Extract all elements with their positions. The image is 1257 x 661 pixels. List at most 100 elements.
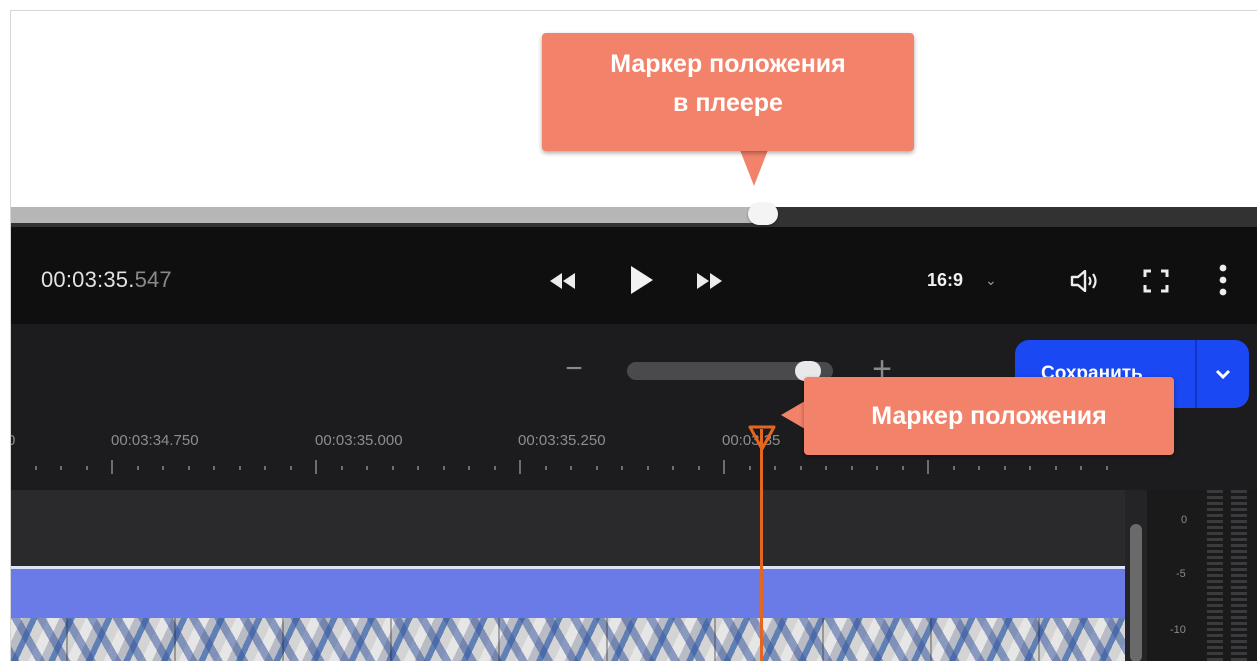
ruler-minor-tick [1029,466,1031,470]
aspect-ratio-select[interactable]: 16:9 ⌄ [927,263,997,297]
ruler-minor-tick [851,466,853,470]
thumbnail-separator [714,618,716,661]
ruler-minor-tick [1055,466,1057,470]
ruler-minor-tick [800,466,802,470]
ruler-major-tick [519,460,521,474]
callout-text-line: в плеере [673,88,783,117]
callout-text-line: Маркер положения [610,50,846,78]
player-controls: 00:03:35.547 16:9 ⌄ [11,227,1257,324]
ruler-label: 0 [11,432,15,449]
ruler-minor-tick [213,466,215,470]
ruler-label: 00:03:34.750 [111,432,199,449]
ruler-minor-tick [443,466,445,470]
audio-level-meters: 0 -5 -10 [1147,490,1257,661]
ruler-label: 00:03:35.000 [315,432,403,449]
ruler-minor-tick [341,466,343,470]
chevron-down-icon [1215,369,1231,379]
chevron-down-icon: ⌄ [985,271,997,288]
audio-clip[interactable] [11,566,1125,618]
ruler-minor-tick [570,466,572,470]
timeline-zoom-slider[interactable] [627,361,833,381]
thumbnail-separator [282,618,284,661]
player-position-marker[interactable] [748,203,778,225]
fast-forward-icon [697,273,722,289]
more-vertical-icon [1219,264,1227,296]
ruler-minor-tick [978,466,980,470]
level-meter-left [1207,490,1223,661]
ruler-minor-tick [468,466,470,470]
thumbnail-separator [498,618,500,661]
thumbnail-separator [930,618,932,661]
timecode-milliseconds: 547 [134,267,172,292]
ruler-minor-tick [749,466,751,470]
ruler-minor-tick [953,466,955,470]
meter-label: -5 [1176,568,1186,580]
level-meter-right [1231,490,1247,661]
callout-pointer [740,150,768,186]
fullscreen-icon [1143,269,1169,293]
ruler-minor-tick [672,466,674,470]
ruler-minor-tick [698,466,700,470]
timeline-tracks[interactable] [11,490,1125,661]
ruler-major-tick [723,460,725,474]
save-options-dropdown[interactable] [1197,340,1249,408]
timecode-display: 00:03:35.547 [41,267,172,293]
ruler-minor-tick [417,466,419,470]
playhead-line [760,429,763,661]
ruler-minor-tick [1080,466,1082,470]
ruler-minor-tick [621,466,623,470]
ruler-label: 00:03:35.250 [518,432,606,449]
zoom-out-button[interactable]: − [559,352,589,385]
ruler-minor-tick [137,466,139,470]
callout-text: Маркер положения [871,402,1107,430]
ruler-minor-tick [596,466,598,470]
ruler-minor-tick [162,466,164,470]
timeline-position-marker[interactable] [748,425,776,451]
fast-forward-button[interactable] [691,263,727,299]
ruler-minor-tick [239,466,241,470]
play-icon [631,266,653,294]
more-button[interactable] [1211,259,1235,301]
callout-player-marker: Маркер положения в плеере [542,33,914,151]
minus-icon: − [565,352,583,385]
volume-icon [1070,270,1097,292]
callout-pointer [781,401,805,429]
thumbnail-separator [1038,618,1040,661]
ruler-minor-tick [35,466,37,470]
meter-label: -10 [1170,624,1186,636]
thumbnail-separator [390,618,392,661]
player-seek-bar[interactable] [11,203,1257,227]
ruler-minor-tick [825,466,827,470]
ruler-minor-tick [876,466,878,470]
ruler-major-tick [111,460,113,474]
ruler-minor-tick [264,466,266,470]
rewind-icon [550,273,575,289]
volume-button[interactable] [1067,263,1103,299]
play-button[interactable] [623,259,659,301]
ruler-minor-tick [647,466,649,470]
ruler-minor-tick [366,466,368,470]
ruler-minor-tick [290,466,292,470]
fullscreen-button[interactable] [1138,263,1174,299]
thumbnail-separator [174,618,176,661]
seek-progress [11,207,772,223]
aspect-ratio-value: 16:9 [927,269,964,290]
thumbnail-separator [822,618,824,661]
ruler-minor-tick [774,466,776,470]
thumbnail-separator [66,618,68,661]
thumbnail-separator [606,618,608,661]
ruler-major-tick [315,460,317,474]
ruler-minor-tick [60,466,62,470]
timeline-vertical-scrollbar[interactable] [1125,490,1147,661]
timecode-main: 00:03:35. [41,267,135,292]
ruler-minor-tick [86,466,88,470]
scrollbar-thumb[interactable] [1130,524,1142,661]
video-clip-thumbnails[interactable] [11,618,1125,661]
callout-timeline-marker: Маркер положения [804,377,1174,455]
rewind-button[interactable] [545,263,581,299]
playhead-marker-icon [748,425,776,451]
ruler-minor-tick [545,466,547,470]
ruler-minor-tick [188,466,190,470]
ruler-major-tick [927,460,929,474]
ruler-minor-tick [902,466,904,470]
